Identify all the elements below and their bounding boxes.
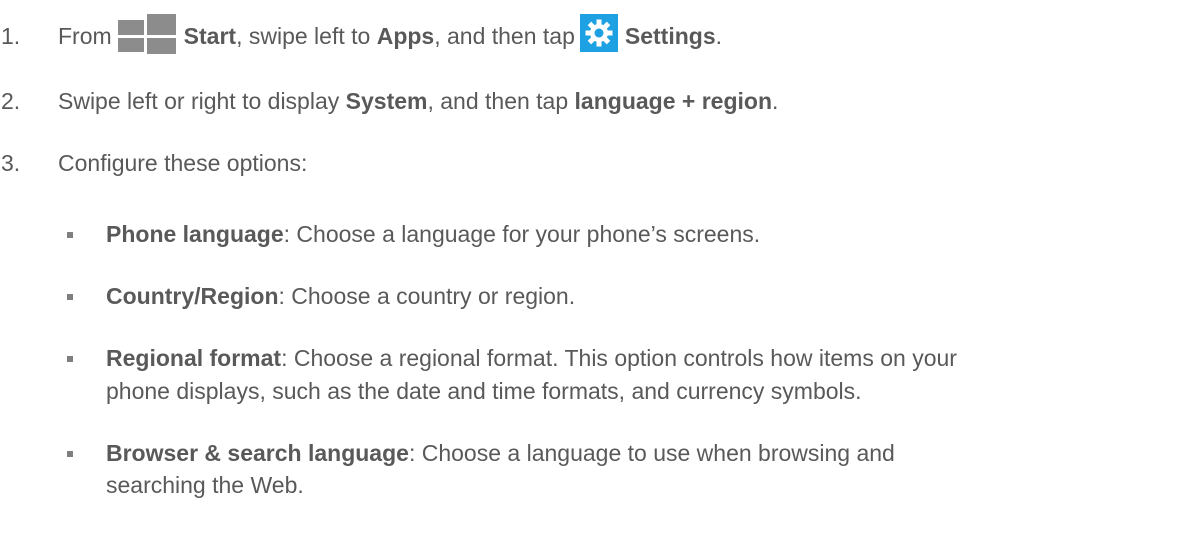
step-text: From Start, swipe left to Apps, and then… <box>58 14 723 54</box>
apps-label: Apps <box>376 23 435 49</box>
step-text-mid: , swipe left to <box>236 23 371 49</box>
option-term: Browser & search language <box>106 440 409 466</box>
windows-start-icon <box>117 10 176 54</box>
option-desc: : Choose a regional format. This option … <box>281 345 957 371</box>
start-label: Start <box>183 23 237 49</box>
step-3: 3. Configure these options: <box>1 149 1101 179</box>
bullet <box>67 232 73 238</box>
option-term: Regional format <box>106 345 282 371</box>
step-text-mid: , and then tap <box>427 88 569 114</box>
option-desc: : Choose a country or region. <box>278 283 576 309</box>
option-item-phone-language: Phone language: Choose a language for yo… <box>106 218 760 251</box>
option-item-browser-search-language-line2: searching the Web. <box>106 472 304 498</box>
bullet <box>67 451 73 457</box>
system-label: System <box>345 88 428 114</box>
step-text-end: . <box>772 88 779 114</box>
option-item-country-region: Country/Region: Choose a country or regi… <box>106 280 575 313</box>
bullet <box>67 356 73 362</box>
option-item-regional-format-line2: phone displays, such as the date and tim… <box>106 378 862 404</box>
settings-gear-icon <box>579 14 618 52</box>
option-item-browser-search-language: Browser & search language: Choose a lang… <box>106 437 895 470</box>
option-term: Country/Region <box>106 283 279 309</box>
step-text: Configure these options: <box>58 150 308 176</box>
step-text-pre: Swipe left or right to display <box>58 88 340 114</box>
step-number: 2. <box>1 88 21 114</box>
instruction-document: 1. From Start, swipe left to Apps, and t… <box>0 0 1193 533</box>
language-region-label: language + region <box>574 88 773 114</box>
step-text: Swipe left or right to display System, a… <box>58 87 778 115</box>
step-text-from: From <box>58 23 112 49</box>
option-term: Phone language <box>106 221 284 247</box>
step-number: 1. <box>1 23 21 49</box>
step-2: 2. Swipe left or right to display System… <box>1 87 1101 117</box>
option-desc: : Choose a language for your phone’s scr… <box>283 221 761 247</box>
bullet <box>67 294 73 300</box>
step-text-end: . <box>715 23 723 49</box>
step-number: 3. <box>1 150 21 176</box>
settings-label: Settings <box>624 23 716 49</box>
option-desc: : Choose a language to use when browsing… <box>408 440 895 466</box>
step-text-mid2: , and then tap <box>434 23 575 49</box>
option-item-regional-format: Regional format: Choose a regional forma… <box>106 342 957 375</box>
